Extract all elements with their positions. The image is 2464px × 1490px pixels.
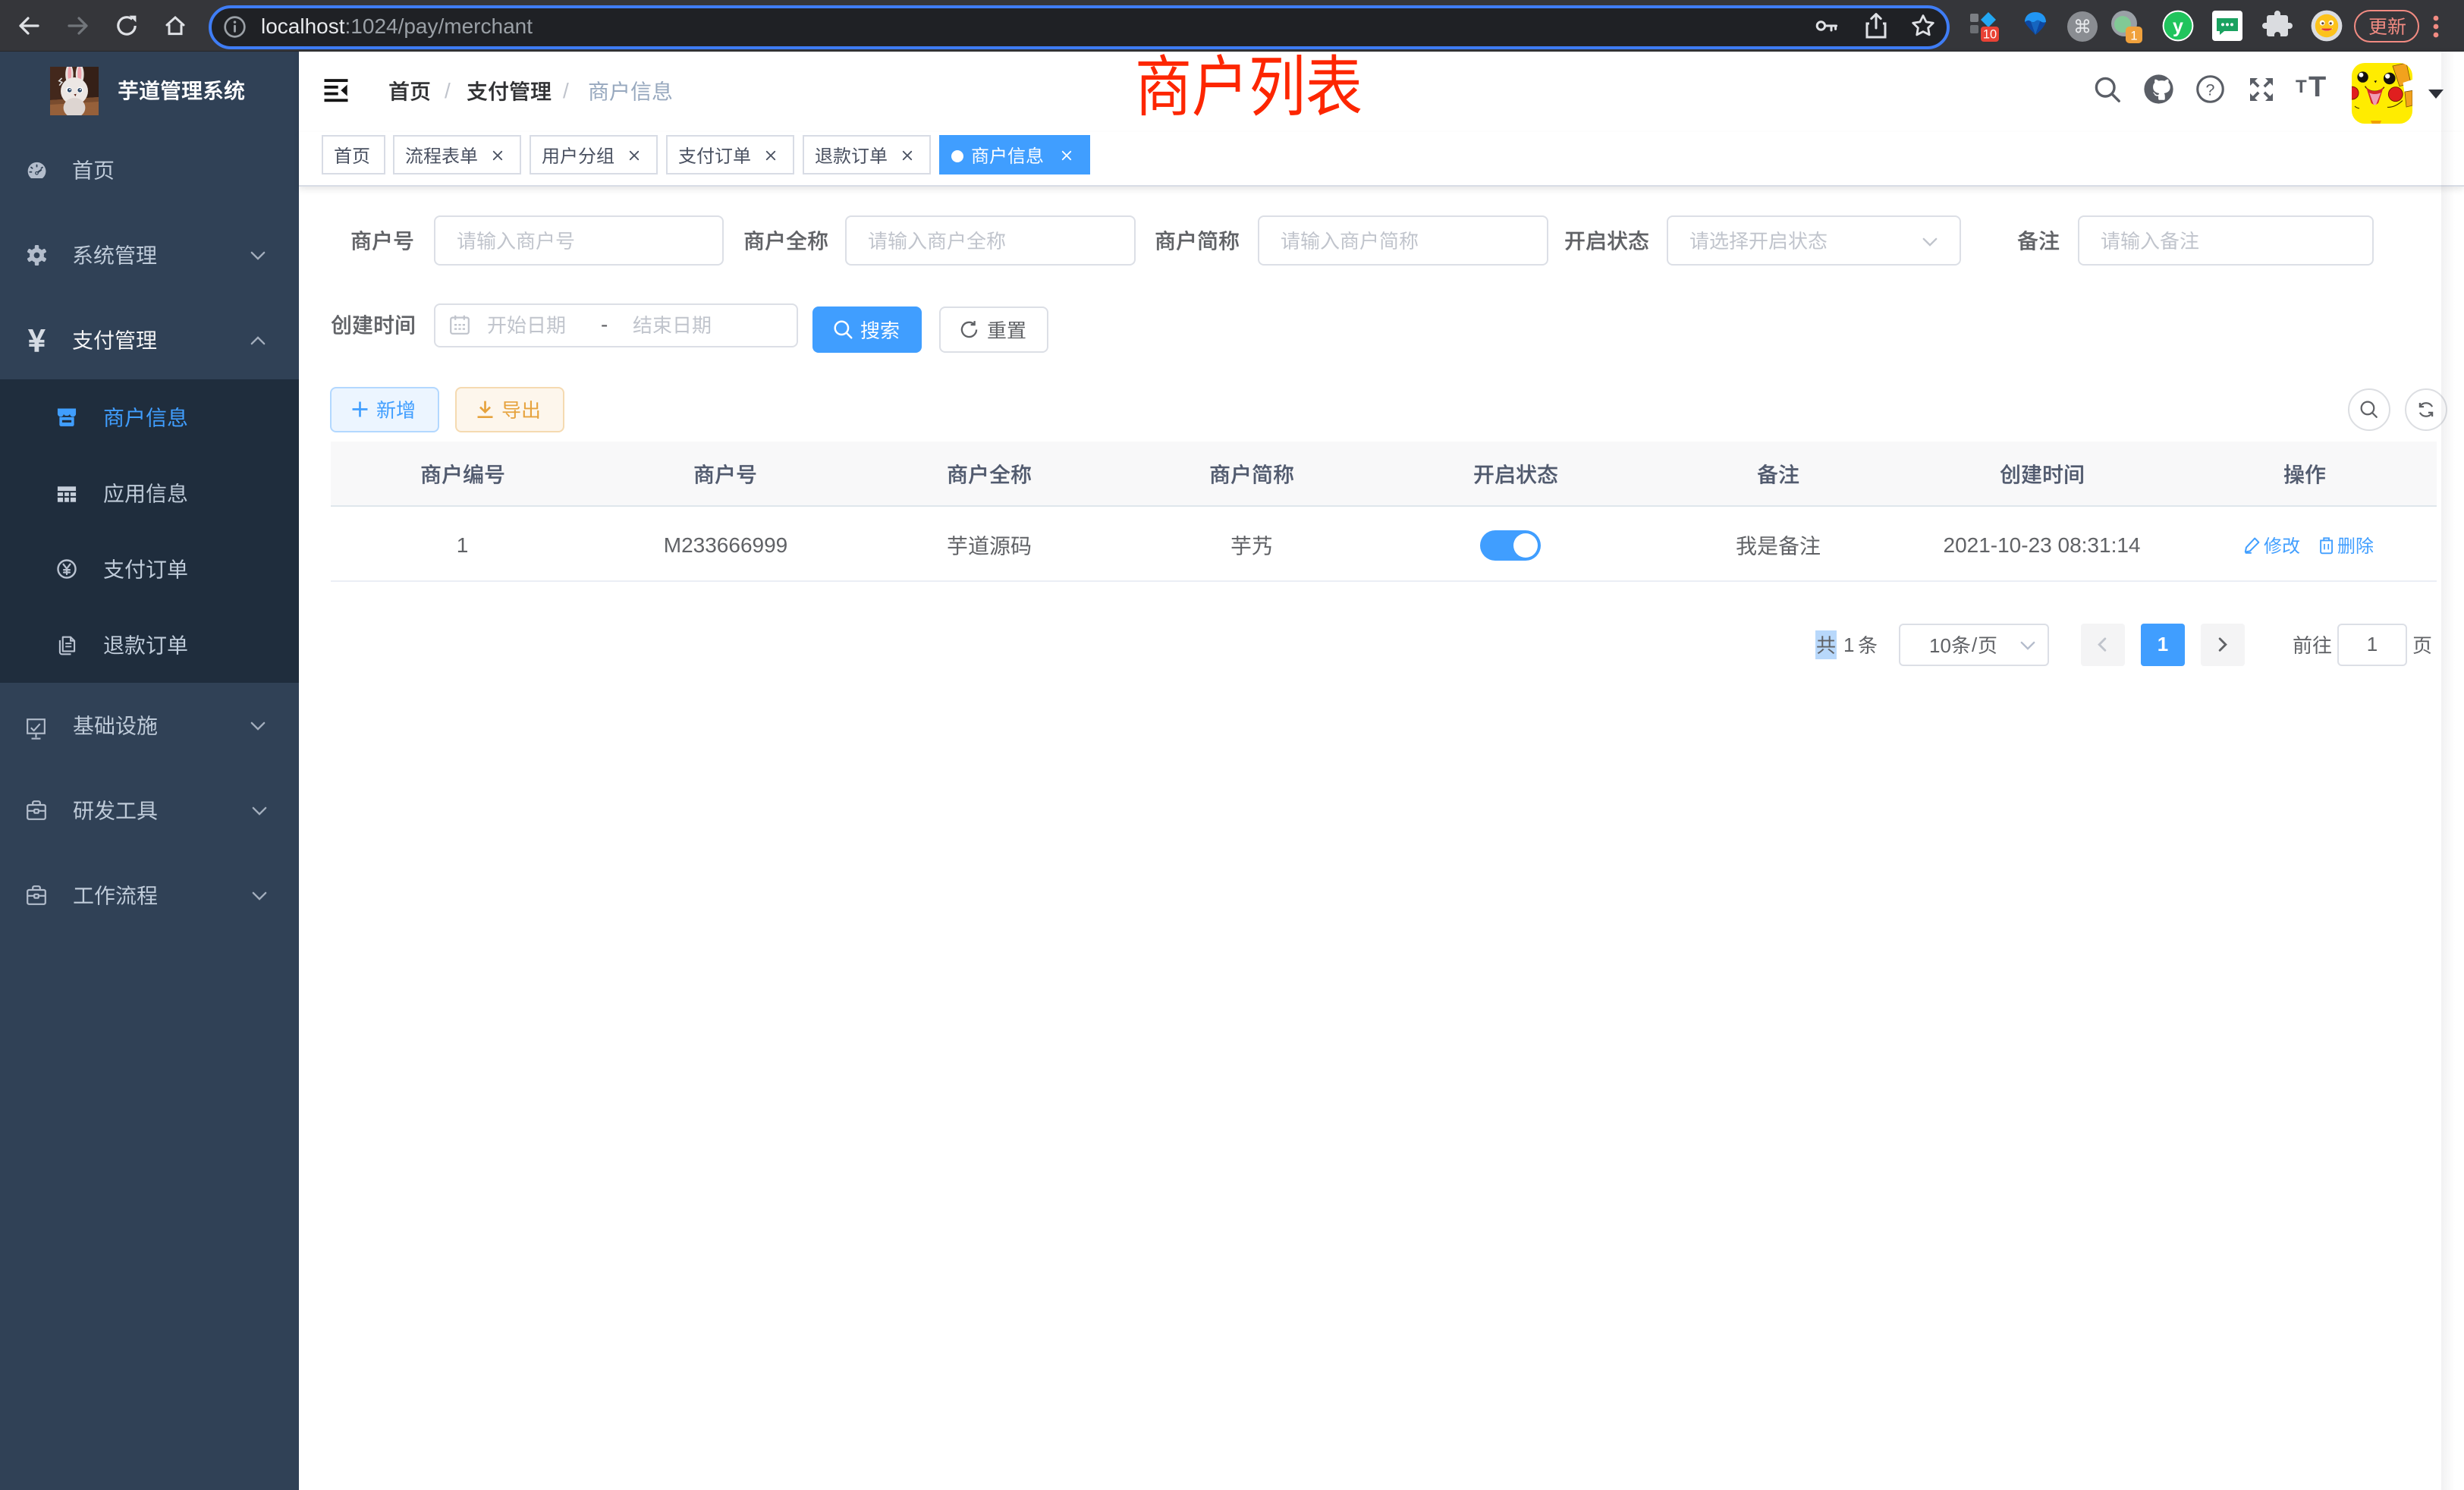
- svg-text:?: ?: [2206, 80, 2215, 99]
- svg-text:y: y: [2173, 16, 2183, 37]
- svg-text:⌘: ⌘: [2073, 17, 2092, 38]
- svg-text:1: 1: [2130, 28, 2137, 42]
- svg-text:10: 10: [1983, 28, 1997, 42]
